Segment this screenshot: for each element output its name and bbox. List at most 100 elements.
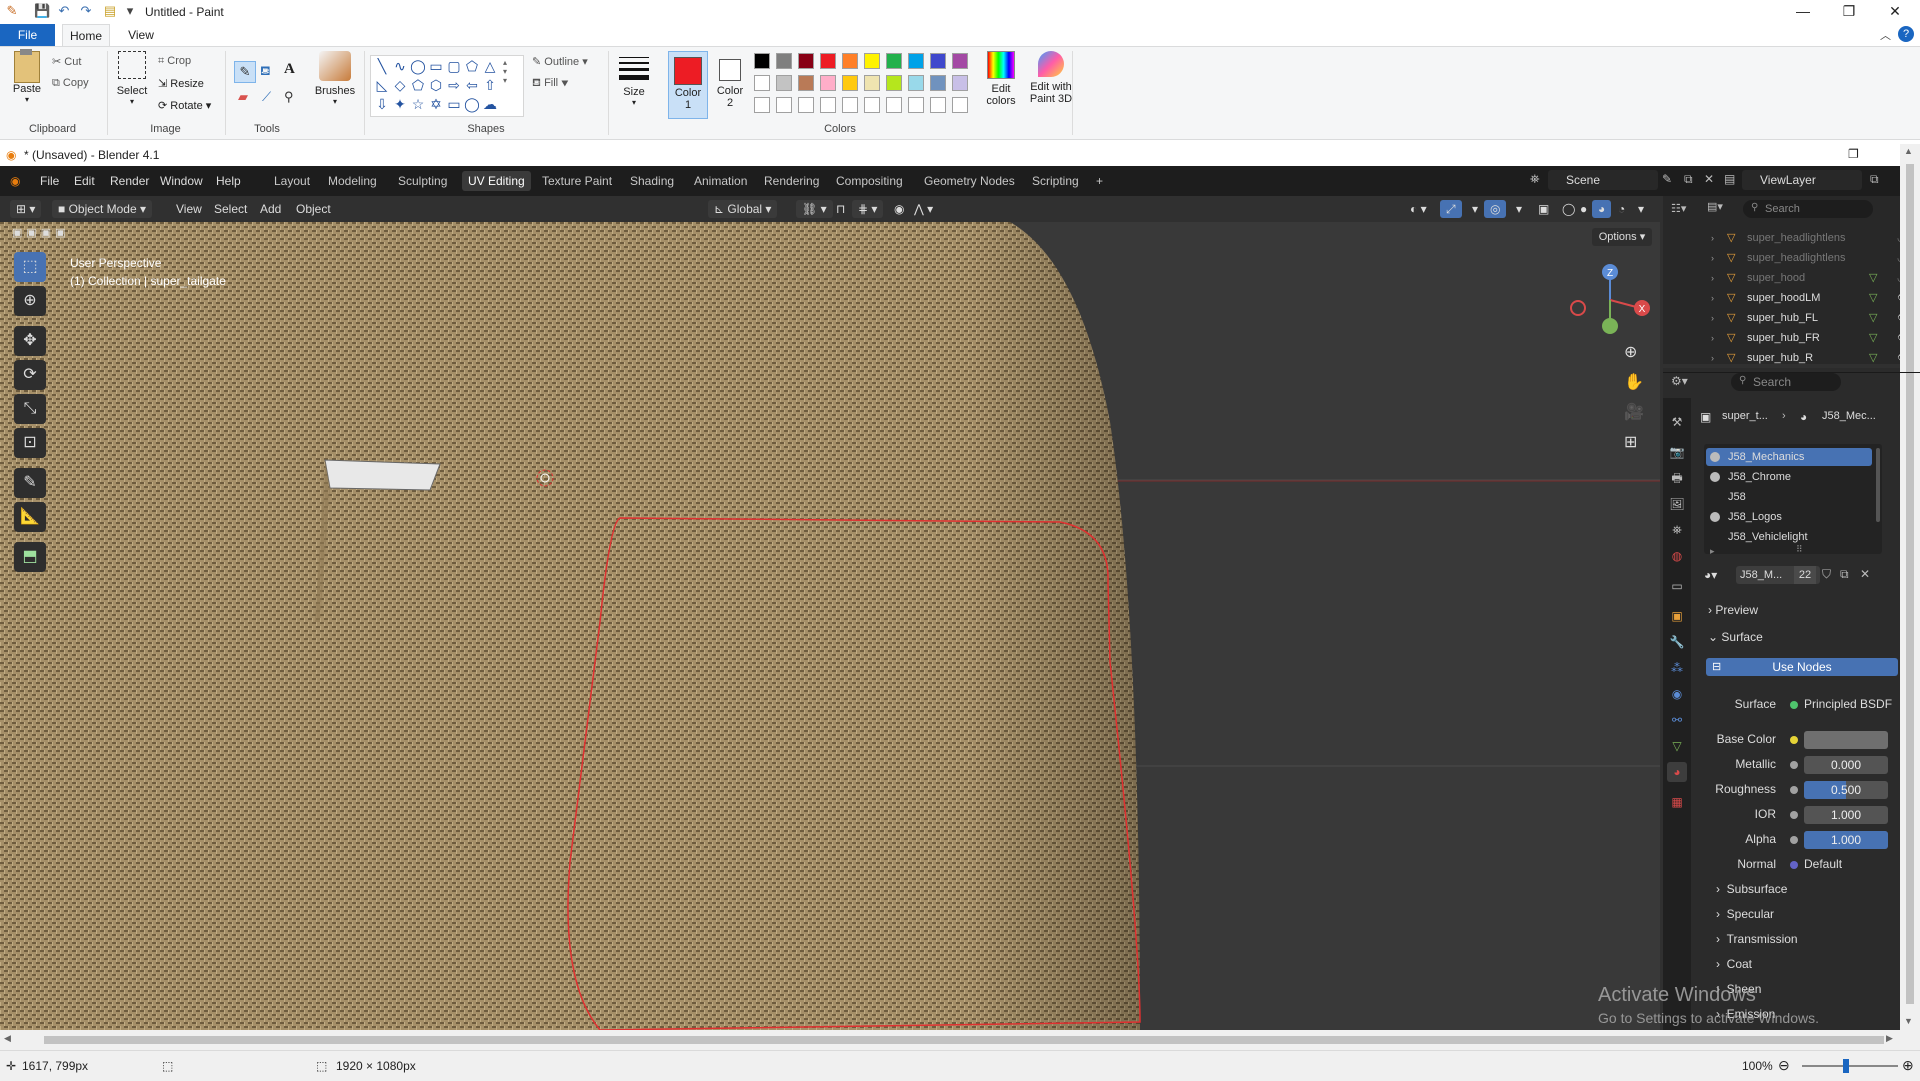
object-properties-icon[interactable]: ▣ (1667, 606, 1687, 626)
material-slot[interactable]: J58_Vehiclelight (1706, 528, 1872, 546)
palette-swatch[interactable] (754, 75, 770, 91)
menu-add[interactable]: Add (254, 200, 287, 218)
normal-value[interactable]: Default (1804, 857, 1842, 871)
particles-properties-icon[interactable]: ⁂ (1667, 658, 1687, 678)
unlink-material-icon[interactable]: ✕ (1860, 567, 1870, 581)
vector-socket-icon[interactable] (1790, 861, 1798, 869)
material-slot[interactable]: J58_Mechanics (1706, 448, 1872, 466)
view-layer-properties-icon[interactable]: 🖼 (1667, 494, 1687, 514)
palette-swatch[interactable] (798, 53, 814, 69)
pivot-point-selector[interactable]: ⛓ ▾ (796, 200, 833, 218)
maximize-icon[interactable]: ❐ (1826, 0, 1872, 24)
palette-empty-swatch[interactable] (908, 97, 924, 113)
size-button[interactable]: Size ▾ (614, 53, 654, 107)
palette-swatch[interactable] (776, 75, 792, 91)
zoom-out-icon[interactable]: ⊖ (1778, 1057, 1790, 1074)
float-socket-icon[interactable] (1790, 836, 1798, 844)
ior-field[interactable]: 1.000 (1804, 806, 1888, 824)
breadcrumb-object[interactable]: super_t... (1722, 410, 1768, 422)
data-properties-icon[interactable]: ▽ (1667, 736, 1687, 756)
select-tool-icon[interactable]: ⬚ (14, 252, 46, 282)
editor-type-icon[interactable]: ⊞ ▾ (10, 200, 42, 218)
material-users-count[interactable]: 22 (1794, 566, 1816, 584)
workspace-geometry-nodes[interactable]: Geometry Nodes (918, 171, 1021, 191)
close-icon[interactable]: ✕ (1872, 0, 1918, 24)
crop-button[interactable]: ⌗ Crop (158, 55, 191, 68)
rounded-rect-shape-icon[interactable]: ▢ (445, 58, 463, 74)
preview-section-header[interactable]: › Preview (1708, 603, 1758, 617)
redo-icon[interactable]: ↷ (78, 3, 94, 19)
expand-arrow-icon[interactable]: › (1711, 308, 1714, 328)
palette-empty-swatch[interactable] (754, 97, 770, 113)
snap-target-selector[interactable]: ⋕ ▾ (852, 200, 884, 218)
menu-view[interactable]: View (170, 200, 208, 218)
palette-swatch[interactable] (842, 75, 858, 91)
expand-arrow-icon[interactable]: › (1711, 248, 1714, 268)
gizmo-toggle-icon[interactable]: ⤢ (1440, 200, 1462, 218)
workspace-shading[interactable]: Shading (624, 171, 680, 191)
metallic-field[interactable]: 0.000 (1804, 756, 1888, 774)
palette-empty-swatch[interactable] (952, 97, 968, 113)
zoom-view-icon[interactable]: ⊕ (1624, 342, 1637, 362)
overlay-dropdown-icon[interactable]: ▾ (1510, 200, 1528, 218)
rendered-shading-icon[interactable]: ◔ (1612, 200, 1631, 218)
resize-button[interactable]: ⇲ Resize (158, 77, 204, 90)
save-icon[interactable]: 💾 (34, 3, 50, 19)
float-socket-icon[interactable] (1790, 786, 1798, 794)
palette-empty-swatch[interactable] (864, 97, 880, 113)
tab-view[interactable]: View (118, 24, 164, 46)
workspace-animation[interactable]: Animation (688, 171, 753, 191)
palette-swatch[interactable] (886, 75, 902, 91)
palette-swatch[interactable] (886, 53, 902, 69)
scene-properties-icon[interactable]: ⛯ (1667, 520, 1687, 540)
view-layer-selector[interactable]: ViewLayer (1742, 170, 1862, 190)
move-tool-icon[interactable]: ✥ (14, 326, 46, 356)
right-arrow-shape-icon[interactable]: ⇨ (445, 77, 463, 93)
modifier-properties-icon[interactable]: 🔧 (1667, 632, 1687, 652)
undo-icon[interactable]: ↶ (56, 3, 72, 19)
diamond-shape-icon[interactable]: ◇ (391, 77, 409, 93)
add-cube-tool-icon[interactable]: ⬒ (14, 542, 46, 572)
shading-dropdown-icon[interactable]: ▾ (1632, 200, 1650, 218)
outliner-item[interactable]: ›▽super_hub_FL▽👁 (1663, 308, 1920, 328)
world-properties-icon[interactable]: ◍ (1667, 546, 1687, 566)
gizmo-y-ball[interactable] (1602, 318, 1618, 334)
vertical-scroll-thumb[interactable] (1906, 164, 1914, 1004)
palette-empty-swatch[interactable] (798, 97, 814, 113)
copy-button[interactable]: ⧉ Copy (52, 77, 89, 90)
outliner-item[interactable]: ›▽super_headlightlens◡ (1663, 248, 1920, 268)
palette-empty-swatch[interactable] (886, 97, 902, 113)
constraints-properties-icon[interactable]: ⚯ (1667, 710, 1687, 730)
output-properties-icon[interactable]: 🖶 (1667, 468, 1687, 488)
menu-file[interactable]: File (40, 174, 59, 188)
subsection-header[interactable]: › Transmission (1716, 932, 1798, 946)
measure-tool-icon[interactable]: 📐 (14, 502, 46, 532)
menu-window[interactable]: Window (160, 174, 203, 188)
expand-arrow-icon[interactable]: › (1711, 348, 1714, 368)
magnifier-icon[interactable]: ⚲ (284, 89, 294, 105)
outliner-item[interactable]: ›▽super_hub_R▽👁 (1663, 348, 1920, 368)
pin-scene-icon[interactable]: ✎ (1662, 172, 1672, 186)
paste-button[interactable]: Paste ▾ (8, 49, 46, 104)
slot-list-expand-icon[interactable]: ▸ (1710, 546, 1715, 557)
material-slot[interactable]: J58_Logos (1706, 508, 1872, 526)
workspace-modeling[interactable]: Modeling (322, 171, 383, 191)
alpha-field[interactable]: 1.000 (1804, 831, 1888, 849)
minimize-icon[interactable]: — (1780, 0, 1826, 24)
quick-access-icon[interactable]: ▤ (102, 3, 118, 19)
tool-properties-icon[interactable]: ⚒ (1667, 412, 1687, 432)
render-properties-icon[interactable]: 📷 (1667, 442, 1687, 462)
zoom-slider-track[interactable] (1802, 1065, 1898, 1067)
3d-viewport[interactable]: ▣▣▣▣ ⬚ ⊕ ✥ ⟳ ⤡ ⊡ ✎ 📐 ⬒ Options ▾ Z X ⊕ ✋… (0, 222, 1660, 1030)
left-arrow-shape-icon[interactable]: ⇦ (463, 77, 481, 93)
perspective-toggle-icon[interactable]: ⊞ (1624, 432, 1637, 452)
menu-object[interactable]: Object (290, 200, 337, 218)
overlay-toggle-icon[interactable]: ◎ (1484, 200, 1507, 218)
add-workspace-button[interactable]: + (1090, 171, 1109, 191)
color-picker-icon[interactable]: ⟋ (262, 89, 271, 105)
outline-button[interactable]: ✎ Outline ▾ (532, 55, 588, 68)
fill-bucket-icon[interactable]: ⛾ (260, 63, 271, 81)
select-button[interactable]: Select ▾ (114, 51, 150, 106)
new-view-layer-icon[interactable]: ⧉ (1870, 172, 1879, 187)
help-icon[interactable]: ? (1898, 26, 1914, 42)
